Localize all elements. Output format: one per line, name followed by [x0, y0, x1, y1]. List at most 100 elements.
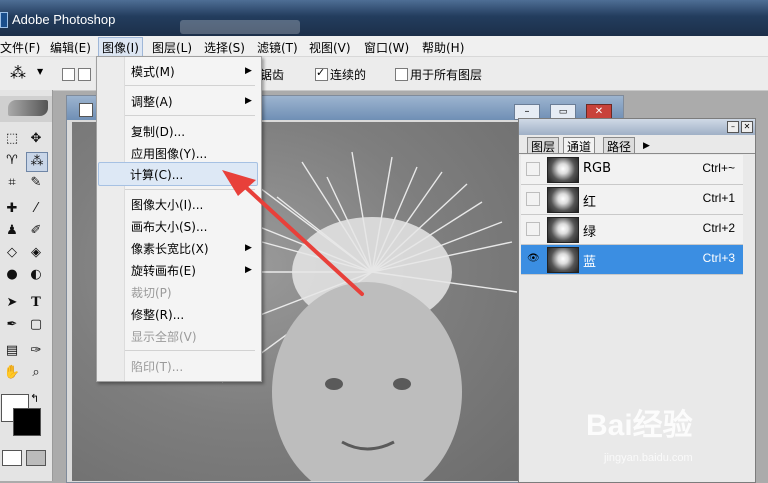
zoom-icon[interactable]: ⌕: [26, 364, 46, 382]
baidu-watermark: Bai经验: [586, 409, 693, 442]
panel-minimize-button[interactable]: –: [727, 121, 739, 133]
channel-thumbnail: [547, 157, 579, 183]
selection-mode-new-icon[interactable]: [62, 68, 75, 81]
menu-bar: 文件(F) 编辑(E) 图像(I) 图层(L) 选择(S) 滤镜(T) 视图(V…: [0, 36, 768, 58]
menu-help[interactable]: 帮助(H): [422, 39, 464, 56]
channel-name: 红: [583, 195, 597, 210]
window-title: Adobe Photoshop: [12, 12, 116, 27]
menu-file[interactable]: 文件(F): [0, 39, 40, 56]
submenu-arrow-icon: ▶: [245, 243, 252, 253]
move-icon[interactable]: ✥: [26, 130, 46, 148]
foreground-color-swatch[interactable]: [13, 408, 41, 436]
feather-logo-icon: [8, 100, 48, 116]
menu-item-mode[interactable]: 模式(M): [131, 63, 175, 80]
dodge-icon[interactable]: ◐: [26, 266, 46, 284]
panel-title-bar: – ✕: [519, 119, 755, 135]
panel-tab-divider: [519, 153, 755, 154]
path-selection-icon[interactable]: ➤: [2, 294, 22, 312]
quick-mask-icon[interactable]: [26, 450, 46, 466]
magic-wand-tool-icon[interactable]: ⁂: [26, 152, 48, 172]
channel-shortcut: Ctrl+~: [702, 161, 735, 175]
channel-thumbnail: [547, 187, 579, 213]
channel-name: 蓝: [583, 255, 597, 270]
menu-layer[interactable]: 图层(L): [152, 39, 192, 56]
menu-edit[interactable]: 编辑(E): [50, 39, 91, 56]
submenu-arrow-icon: ▶: [245, 96, 252, 106]
document-icon: [79, 103, 93, 117]
brush-icon[interactable]: ⁄: [26, 200, 46, 218]
crop-icon[interactable]: ⌗: [2, 174, 22, 192]
healing-brush-icon[interactable]: ✚: [2, 200, 22, 218]
channel-name: 绿: [583, 225, 597, 240]
menu-item-image-size[interactable]: 图像大小(I)...: [131, 196, 203, 213]
channel-row-red[interactable]: 红 Ctrl+1: [521, 185, 743, 215]
panel-close-button[interactable]: ✕: [741, 121, 753, 133]
menu-gutter: [97, 57, 125, 381]
menu-separator: [125, 189, 255, 190]
title-bar-ghost-text: [180, 20, 300, 34]
menu-item-calculations[interactable]: 计算(C)...: [130, 166, 183, 183]
submenu-arrow-icon: ▶: [245, 265, 252, 275]
channel-shortcut: Ctrl+1: [702, 191, 735, 205]
title-bar: Adobe Photoshop: [0, 0, 768, 36]
toolbox: ⬚ ✥ ♈ ⁂ ⌗ ✎ ✚ ⁄ ♟ ✐ ◇ ◈ ● ◐ ➤ T ✒ ▢ ▤ ✑ …: [0, 90, 53, 481]
selection-mode-add-icon[interactable]: [78, 68, 91, 81]
blur-icon[interactable]: ●: [2, 266, 22, 284]
tab-layers[interactable]: 图层: [527, 137, 560, 154]
channel-shortcut: Ctrl+2: [702, 221, 735, 235]
menu-separator: [125, 115, 255, 116]
lasso-icon[interactable]: ♈: [2, 152, 22, 170]
visibility-toggle-icon[interactable]: [526, 162, 540, 176]
visibility-toggle-icon[interactable]: [526, 192, 540, 206]
menu-item-canvas-size[interactable]: 画布大小(S)...: [131, 218, 207, 235]
visibility-toggle-icon[interactable]: [526, 222, 540, 236]
menu-separator: [125, 85, 255, 86]
standard-mode-icon[interactable]: [2, 450, 22, 466]
eye-icon[interactable]: 👁: [526, 252, 540, 266]
shape-icon[interactable]: ▢: [26, 316, 46, 334]
menu-window[interactable]: 窗口(W): [364, 39, 409, 56]
menu-image[interactable]: 图像(I): [98, 37, 143, 58]
swap-colors-icon[interactable]: ↰: [30, 392, 39, 405]
magic-wand-icon[interactable]: ⁂: [10, 63, 26, 82]
baidu-watermark-url: jingyan.baidu.com: [604, 452, 693, 464]
notes-icon[interactable]: ▤: [2, 342, 22, 360]
toolbox-header: [0, 96, 52, 122]
menu-separator: [125, 350, 255, 351]
menu-item-pixel-aspect[interactable]: 像素长宽比(X): [131, 240, 209, 257]
channel-row-blue[interactable]: 👁 蓝 Ctrl+3: [521, 245, 743, 275]
menu-item-duplicate[interactable]: 复制(D)...: [131, 123, 185, 140]
pen-icon[interactable]: ✒: [2, 316, 22, 334]
tool-preset-dropdown-icon[interactable]: ▼: [37, 67, 43, 76]
contiguous-checkbox[interactable]: [315, 66, 328, 81]
menu-item-rotate-canvas[interactable]: 旋转画布(E): [131, 262, 196, 279]
hand-icon[interactable]: ✋: [2, 364, 22, 382]
menu-item-trap: 陷印(T)...: [131, 360, 184, 374]
channel-thumbnail: [547, 247, 579, 273]
eyedropper-icon[interactable]: ✑: [26, 342, 46, 360]
tab-paths[interactable]: 路径: [603, 137, 636, 154]
channel-name: RGB: [583, 161, 612, 176]
submenu-arrow-icon: ▶: [245, 66, 252, 76]
menu-item-apply-image[interactable]: 应用图像(Y)...: [131, 145, 207, 162]
antialias-label: 锯齿: [260, 68, 285, 82]
channel-row-green[interactable]: 绿 Ctrl+2: [521, 215, 743, 245]
paint-bucket-icon[interactable]: ◈: [26, 244, 46, 262]
menu-item-trim[interactable]: 修整(R)...: [131, 306, 184, 323]
contiguous-label: 连续的: [330, 68, 367, 82]
clone-stamp-icon[interactable]: ♟: [2, 222, 22, 240]
all-layers-checkbox[interactable]: [395, 68, 408, 81]
history-brush-icon[interactable]: ✐: [26, 222, 46, 240]
slice-icon[interactable]: ✎: [26, 174, 46, 192]
menu-item-adjust[interactable]: 调整(A): [131, 93, 173, 110]
type-icon[interactable]: T: [26, 294, 46, 312]
panel-menu-icon[interactable]: ▶: [643, 141, 650, 151]
menu-select[interactable]: 选择(S): [204, 39, 245, 56]
marquee-icon[interactable]: ⬚: [2, 130, 22, 148]
eraser-icon[interactable]: ◇: [2, 244, 22, 262]
menu-filter[interactable]: 滤镜(T): [257, 39, 298, 56]
tab-channels[interactable]: 通道: [563, 137, 596, 154]
image-menu-dropdown: 模式(M) ▶ 调整(A) ▶ 复制(D)... 应用图像(Y)... 图像大小…: [96, 56, 262, 382]
menu-view[interactable]: 视图(V): [309, 39, 351, 56]
channel-row-rgb[interactable]: RGB Ctrl+~: [521, 155, 743, 185]
